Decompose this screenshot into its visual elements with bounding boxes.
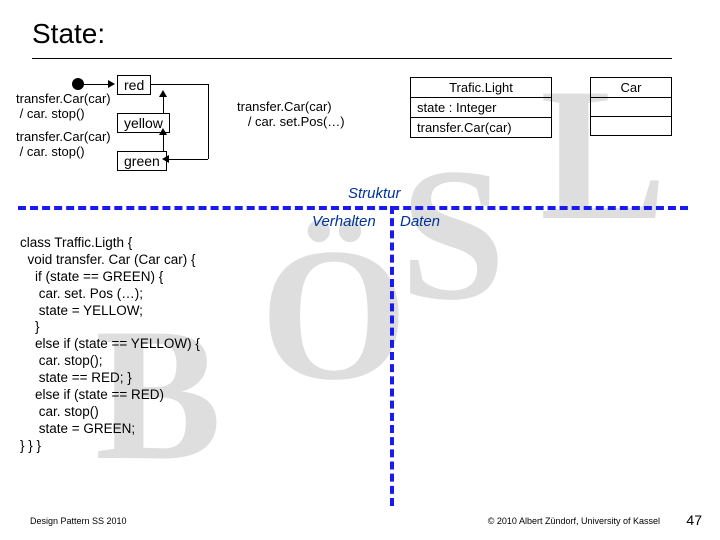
uml-car: Car xyxy=(590,77,672,136)
uml-car-name: Car xyxy=(591,78,671,98)
arrow-red-right-seg2 xyxy=(208,84,209,159)
uml-tl-op: transfer.Car(car) xyxy=(411,118,551,137)
label-daten: Daten xyxy=(400,213,440,230)
arrow-yellow-to-red xyxy=(163,95,164,113)
uml-tl-name: Trafic.Light xyxy=(411,78,551,98)
code-block: class Traffic.Ligth { void transfer. Car… xyxy=(20,235,200,454)
uml-trafic-light: Trafic.Light state : Integer transfer.Ca… xyxy=(410,77,552,138)
watermark-o: Ö xyxy=(260,220,408,410)
title-rule xyxy=(32,58,672,59)
arrow-green-to-yellow xyxy=(163,133,164,151)
initial-state-dot xyxy=(72,78,84,90)
uml-tl-attr: state : Integer xyxy=(411,98,551,118)
state-green: green xyxy=(117,151,167,171)
arrow-init-to-red xyxy=(84,84,110,85)
footer-right: © 2010 Albert Zündorf, University of Kas… xyxy=(488,516,660,526)
page-number: 47 xyxy=(686,512,702,528)
label-verhalten: Verhalten xyxy=(312,213,376,230)
watermark-s: S xyxy=(400,140,506,330)
transition-label-yellow-green: transfer.Car(car) / car. stop() xyxy=(16,130,111,160)
arrow-red-right-seg1 xyxy=(150,84,208,85)
uml-car-attr-empty xyxy=(591,98,671,117)
divider-horizontal xyxy=(18,206,688,210)
transition-label-red-yellow: transfer.Car(car) / car. stop() xyxy=(16,92,111,122)
arrowhead-init xyxy=(108,80,115,88)
uml-car-op-empty xyxy=(591,117,671,135)
arrowhead-yellow-red xyxy=(159,90,167,97)
arrow-red-right-seg3 xyxy=(168,159,208,160)
slide-title: State: xyxy=(32,18,105,50)
label-struktur: Struktur xyxy=(348,185,401,202)
arrowhead-green-yellow xyxy=(159,128,167,135)
transition-label-green-red: transfer.Car(car) / car. set.Pos(…) xyxy=(237,100,345,130)
state-red: red xyxy=(117,75,151,95)
arrowhead-red-green xyxy=(162,155,169,163)
footer-left: Design Pattern SS 2010 xyxy=(30,516,127,526)
divider-vertical xyxy=(390,206,394,506)
